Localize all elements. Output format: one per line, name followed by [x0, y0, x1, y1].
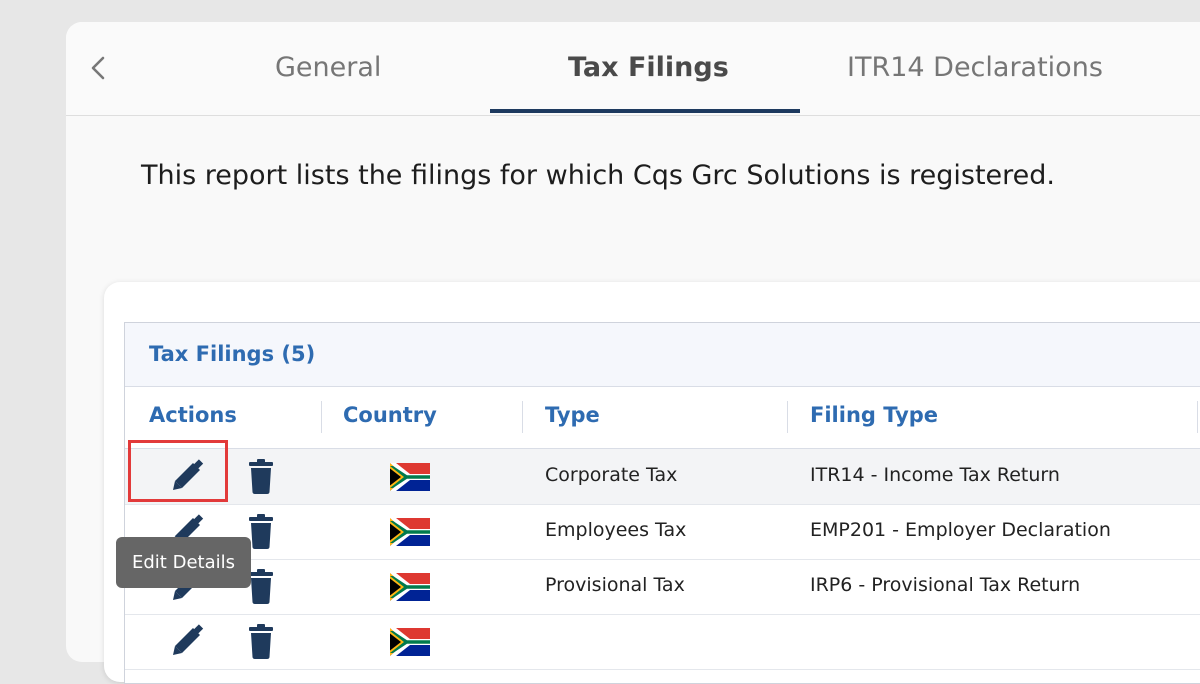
edit-details-tooltip: Edit Details — [116, 537, 251, 588]
column-header-actions[interactable]: Actions — [149, 403, 237, 427]
delete-button[interactable] — [241, 456, 281, 496]
tab-itr14-declarations[interactable]: ITR14 Declarations — [847, 52, 1103, 83]
cell-filing-type: IRP6 - Provisional Tax Return — [810, 574, 1081, 596]
cell-filing-type: EMP201 - Employer Declaration — [810, 519, 1111, 541]
report-description: This report lists the filings for which … — [141, 160, 1056, 191]
active-tab-indicator — [490, 109, 800, 113]
tab-general[interactable]: General — [275, 52, 381, 83]
table-row: Employees Tax EMP201 - Employer Declarati… — [125, 504, 1200, 560]
table-row: Provisional Tax IRP6 - Provisional Tax Re… — [125, 559, 1200, 615]
table-header: Actions Country Type Filing Type — [125, 387, 1200, 449]
cell-type: Employees Tax — [545, 519, 687, 541]
column-divider — [787, 401, 788, 433]
cell-type: Corporate Tax — [545, 464, 678, 486]
trash-icon — [249, 624, 273, 659]
back-chevron-icon[interactable] — [90, 56, 106, 80]
edit-button[interactable] — [167, 621, 207, 661]
table-title-bar: Tax Filings (5) — [125, 323, 1200, 387]
column-divider — [1197, 401, 1198, 433]
column-header-filing-type[interactable]: Filing Type — [810, 403, 938, 427]
column-divider — [522, 401, 523, 433]
delete-button[interactable] — [241, 621, 281, 661]
table-row: Corporate Tax ITR14 - Income Tax Return — [125, 449, 1200, 505]
south-africa-flag-icon — [390, 628, 430, 656]
trash-icon — [249, 459, 273, 494]
column-divider — [321, 401, 322, 433]
column-header-type[interactable]: Type — [545, 403, 600, 427]
table-row — [125, 614, 1200, 670]
tab-tax-filings[interactable]: Tax Filings — [568, 52, 729, 83]
cell-filing-type: ITR14 - Income Tax Return — [810, 464, 1060, 486]
south-africa-flag-icon — [390, 518, 430, 546]
cell-type: Provisional Tax — [545, 574, 685, 596]
pencil-icon — [173, 624, 204, 655]
south-africa-flag-icon — [390, 463, 430, 491]
table-title: Tax Filings (5) — [149, 342, 316, 366]
tax-filings-card: Tax Filings (5) Actions Country Type Fil… — [104, 282, 1200, 684]
edit-button-highlight — [128, 440, 228, 502]
south-africa-flag-icon — [390, 573, 430, 601]
tab-bar: General Tax Filings ITR14 Declarations — [66, 22, 1200, 116]
column-header-country[interactable]: Country — [343, 403, 437, 427]
